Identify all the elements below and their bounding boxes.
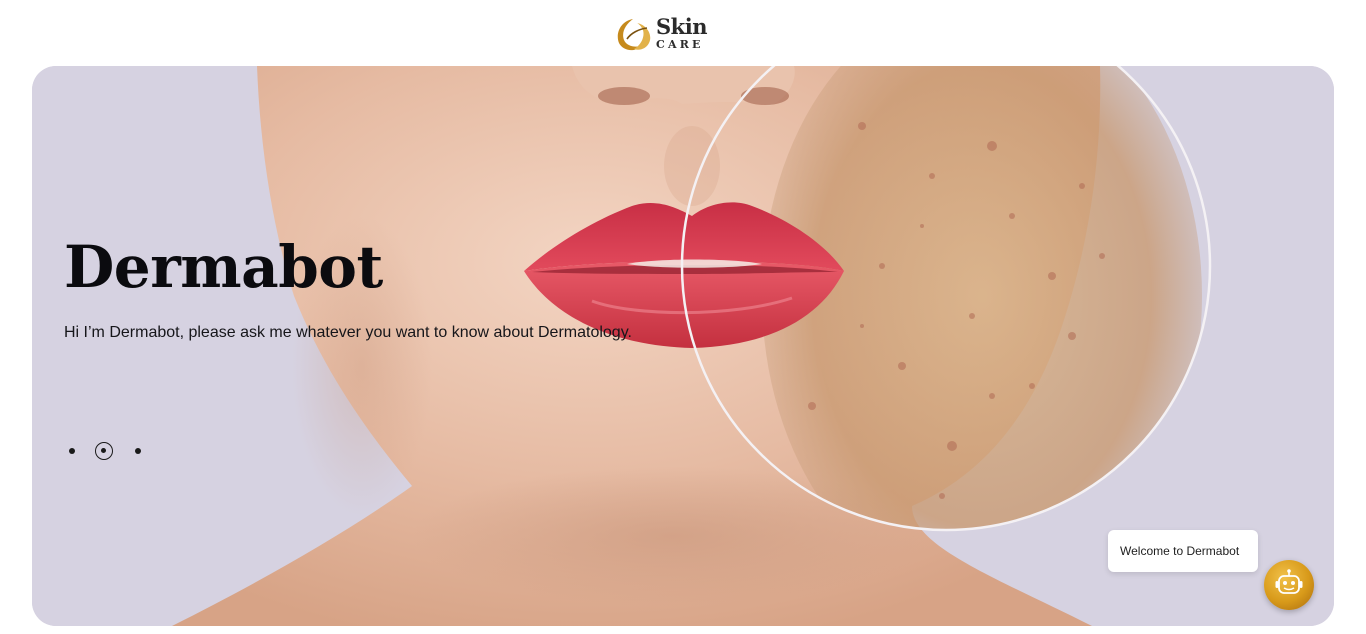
- chatbot-launcher-button[interactable]: [1264, 560, 1314, 610]
- leaf-swirl-icon: [617, 19, 651, 51]
- logo-text-care: CARE: [656, 38, 704, 51]
- site-header: Skin CARE: [0, 0, 1366, 66]
- hero-subtitle: Hi I’m Dermabot, please ask me whatever …: [64, 324, 632, 341]
- chat-welcome-text: Welcome to Dermabot: [1120, 544, 1240, 558]
- slider-dot-2-active[interactable]: [95, 442, 113, 460]
- slider-dot-1[interactable]: [69, 448, 75, 454]
- site-logo[interactable]: Skin CARE: [613, 13, 708, 53]
- hero-title: Dermabot: [64, 233, 383, 301]
- logo-text-skin: Skin: [656, 14, 707, 39]
- chat-welcome-bubble[interactable]: Welcome to Dermabot: [1108, 530, 1258, 572]
- slider-dot-3[interactable]: [135, 448, 141, 454]
- slider-dots: [64, 441, 154, 461]
- robot-icon: [1275, 569, 1303, 594]
